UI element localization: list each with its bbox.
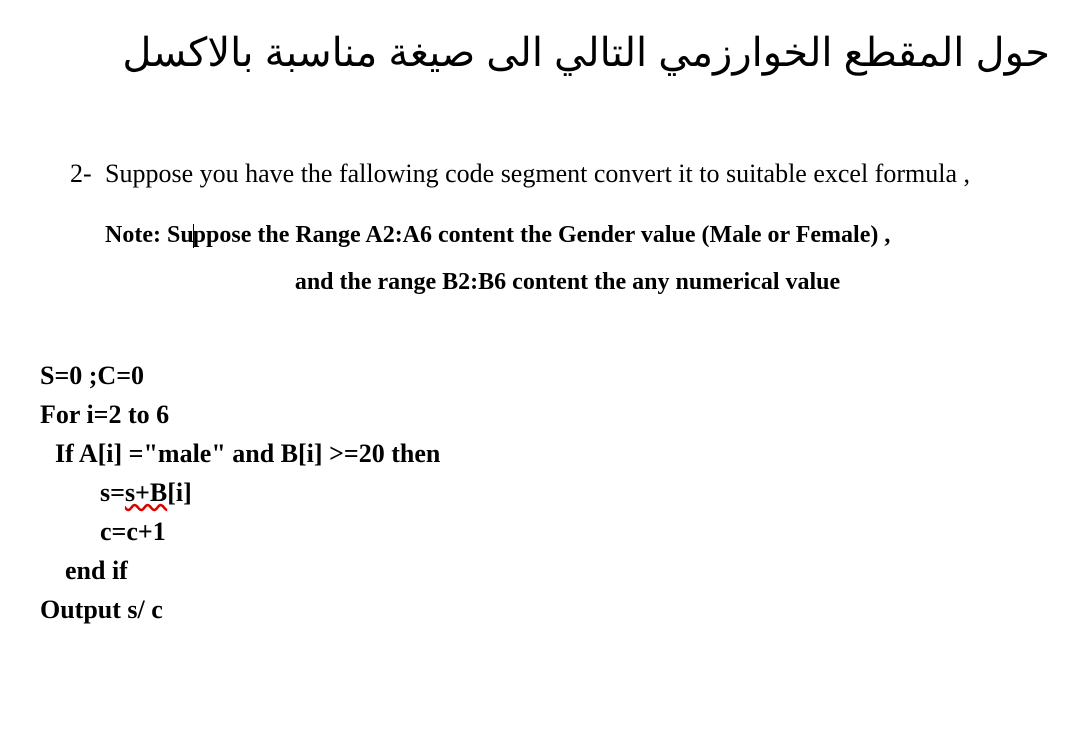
arabic-title: حول المقطع الخوارزمي التالي الى صيغة منا… [30, 30, 1050, 76]
code-line-for: For i=2 to 6 [40, 395, 1050, 434]
code-line-count: c=c+1 [100, 512, 1050, 551]
question-container: 2- Suppose you have the fallowing code s… [70, 156, 1030, 296]
code-sum-suffix: [i] [167, 478, 192, 507]
code-sum-underlined: s+B [125, 478, 167, 507]
question-text-line: 2- Suppose you have the fallowing code s… [70, 156, 1030, 192]
note-line-2: and the range B2:B6 content the any nume… [105, 269, 1030, 296]
note-label: Note: Su [105, 222, 194, 248]
code-line-output: Output s/ c [40, 590, 1050, 629]
code-sum-prefix: s= [100, 478, 125, 507]
code-line-if: If A[i] ="male" and B[i] >=20 then [55, 434, 1050, 473]
note-text: ppose the Range A2:A6 content the Gender… [193, 222, 891, 248]
code-line-endif: end if [65, 551, 1050, 590]
code-line-init: S=0 ;C=0 [40, 356, 1050, 395]
code-block: S=0 ;C=0 For i=2 to 6 If A[i] ="male" an… [40, 356, 1050, 629]
code-line-sum: s=s+B[i] [100, 473, 1050, 512]
question-number: 2- [70, 156, 92, 192]
question-text: Suppose you have the fallowing code segm… [105, 159, 970, 188]
note-line-1: Note: Suppose the Range A2:A6 content th… [105, 222, 1030, 249]
